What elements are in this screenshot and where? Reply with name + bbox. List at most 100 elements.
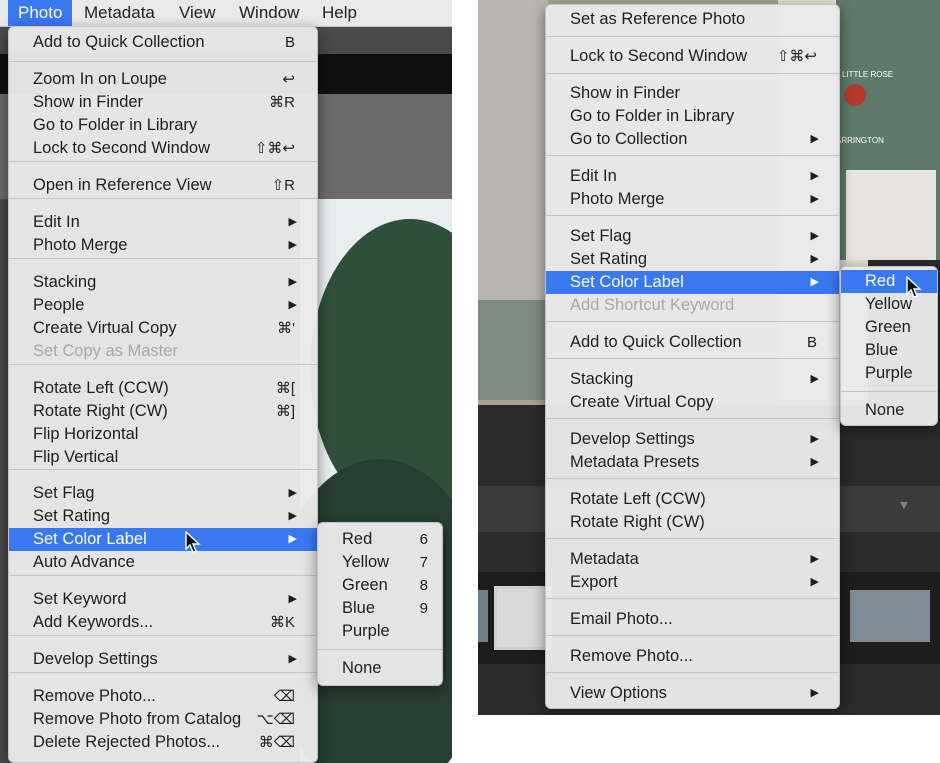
color-label-right-blue[interactable]: Blue — [841, 339, 937, 362]
menu-item-add-to-quick-collection[interactable]: Add to Quick Collection B — [9, 31, 317, 54]
menu-item-show-in-finder[interactable]: Show in Finder ⌘R — [9, 91, 317, 114]
menu-item-go-to-folder-in-library[interactable]: Go to Folder in Library — [9, 114, 317, 137]
menu-separator — [546, 321, 839, 322]
context-item-go-to-folder-in-library[interactable]: Go to Folder in Library — [546, 105, 839, 128]
context-item-edit-in[interactable]: Edit In ▶ — [546, 165, 839, 188]
menu-item-label: Set Rating — [33, 507, 111, 525]
context-item-label: Show in Finder — [570, 84, 681, 102]
color-label-purple[interactable]: Purple — [318, 620, 442, 643]
submenu-arrow-icon: ▶ — [810, 193, 819, 205]
context-item-set-color-label[interactable]: Set Color Label ▶ — [546, 271, 839, 294]
context-item-metadata-presets[interactable]: Metadata Presets ▶ — [546, 451, 839, 474]
menubar-metadata[interactable]: Metadata — [74, 0, 165, 26]
context-item-create-virtual-copy[interactable]: Create Virtual Copy — [546, 391, 839, 414]
context-item-metadata[interactable]: Metadata ▶ — [546, 548, 839, 571]
context-item-label: Create Virtual Copy — [570, 393, 714, 411]
menu-item-set-rating[interactable]: Set Rating ▶ — [9, 505, 317, 528]
context-item-set-rating[interactable]: Set Rating ▶ — [546, 248, 839, 271]
color-label-label: Green — [342, 576, 388, 594]
menu-item-set-keyword[interactable]: Set Keyword ▶ — [9, 588, 317, 611]
menu-item-set-color-label[interactable]: Set Color Label ▶ — [9, 528, 317, 551]
menu-item-open-in-reference-view[interactable]: Open in Reference View ⇧R — [9, 174, 317, 197]
context-item-show-in-finder[interactable]: Show in Finder — [546, 82, 839, 105]
context-item-lock-to-second-window[interactable]: Lock to Second Window ⇧⌘↩ — [546, 45, 839, 68]
dropdown-triangle-icon[interactable]: ▼ — [898, 498, 918, 518]
menu-item-label: Add Keywords... — [33, 613, 154, 631]
menu-item-people[interactable]: People ▶ — [9, 294, 317, 317]
menu-separator — [9, 672, 317, 673]
context-item-develop-settings[interactable]: Develop Settings ▶ — [546, 428, 839, 451]
menu-item-develop-settings[interactable]: Develop Settings ▶ — [9, 648, 317, 671]
context-item-email-photo[interactable]: Email Photo... — [546, 608, 839, 631]
menu-item-auto-advance[interactable]: Auto Advance — [9, 551, 317, 574]
film-thumb-1[interactable] — [478, 590, 488, 642]
context-item-label: Remove Photo... — [570, 647, 693, 665]
color-label-right-red[interactable]: Red — [841, 270, 937, 293]
color-label-right-yellow[interactable]: Yellow — [841, 293, 937, 316]
menubar-view[interactable]: View — [169, 0, 226, 26]
color-label-right-green[interactable]: Green — [841, 316, 937, 339]
menu-item-delete-rejected-photos[interactable]: Delete Rejected Photos... ⌘⌫ — [9, 731, 317, 754]
color-label-label: Red — [342, 530, 373, 548]
menu-item-flip-horizontal[interactable]: Flip Horizontal — [9, 423, 317, 446]
submenu-arrow-icon: ▶ — [288, 593, 297, 605]
color-label-none[interactable]: None — [318, 657, 442, 680]
context-item-photo-merge[interactable]: Photo Merge ▶ — [546, 188, 839, 211]
menu-item-add-keywords[interactable]: Add Keywords... ⌘K — [9, 611, 317, 634]
menu-separator — [546, 215, 839, 216]
color-label-blue[interactable]: Blue 9 — [318, 597, 442, 620]
submenu-arrow-icon: ▶ — [288, 299, 297, 311]
menu-separator — [9, 469, 317, 470]
menu-item-photo-merge[interactable]: Photo Merge ▶ — [9, 234, 317, 257]
menubar-photo[interactable]: Photo — [8, 0, 73, 26]
context-item-add-to-quick-collection[interactable]: Add to Quick Collection B — [546, 331, 839, 354]
menu-item-set-flag[interactable]: Set Flag ▶ — [9, 482, 317, 505]
menubar-help[interactable]: Help — [312, 0, 367, 26]
context-item-label: Lock to Second Window — [570, 47, 748, 65]
menu-item-rotate-right-cw[interactable]: Rotate Right (CW) ⌘] — [9, 400, 317, 423]
context-item-stacking[interactable]: Stacking ▶ — [546, 368, 839, 391]
context-item-remove-photo[interactable]: Remove Photo... — [546, 645, 839, 668]
mouse-cursor-icon-right — [906, 276, 922, 298]
submenu-arrow-icon: ▶ — [288, 216, 297, 228]
menu-item-lock-to-second-window[interactable]: Lock to Second Window ⇧⌘↩ — [9, 137, 317, 160]
menu-item-edit-in[interactable]: Edit In ▶ — [9, 211, 317, 234]
context-item-rotate-left-ccw[interactable]: Rotate Left (CCW) — [546, 488, 839, 511]
context-item-export[interactable]: Export ▶ — [546, 571, 839, 594]
menu-item-label: Set Keyword — [33, 590, 127, 608]
color-label-submenu-right: Red Yellow Green Blue Purple None — [840, 266, 938, 426]
menu-item-create-virtual-copy[interactable]: Create Virtual Copy ⌘' — [9, 317, 317, 340]
color-label-right-none[interactable]: None — [841, 399, 937, 422]
menu-item-label: Stacking — [33, 273, 97, 291]
menu-item-label: Set Color Label — [33, 530, 147, 548]
menu-item-stacking[interactable]: Stacking ▶ — [9, 271, 317, 294]
context-item-go-to-collection[interactable]: Go to Collection ▶ — [546, 128, 839, 151]
color-label-yellow[interactable]: Yellow 7 — [318, 551, 442, 574]
menu-item-label: Flip Horizontal — [33, 425, 139, 443]
menu-item-rotate-left-ccw[interactable]: Rotate Left (CCW) ⌘[ — [9, 377, 317, 400]
menu-item-flip-vertical[interactable]: Flip Vertical — [9, 446, 317, 469]
menu-item-remove-photo-from-catalog[interactable]: Remove Photo from Catalog ⌥⌫ — [9, 708, 317, 731]
context-item-rotate-right-cw[interactable]: Rotate Right (CW) — [546, 511, 839, 534]
context-item-view-options[interactable]: View Options ▶ — [546, 682, 839, 705]
context-item-set-as-reference-photo[interactable]: Set as Reference Photo — [546, 8, 839, 31]
context-item-add-shortcut-keyword: Add Shortcut Keyword — [546, 294, 839, 317]
film-thumb-3[interactable] — [850, 590, 930, 642]
menu-separator — [546, 672, 839, 673]
film-thumb-2[interactable] — [494, 586, 552, 650]
menu-separator — [546, 635, 839, 636]
context-item-set-flag[interactable]: Set Flag ▶ — [546, 225, 839, 248]
submenu-arrow-icon: ▶ — [810, 576, 819, 588]
color-label-right-purple[interactable]: Purple — [841, 362, 937, 385]
color-label-green[interactable]: Green 8 — [318, 574, 442, 597]
window-frame — [846, 170, 936, 260]
photo-preview-right-far: LITTLE ROSE ARRINGTON — [836, 0, 940, 260]
menu-item-label: Auto Advance — [33, 553, 135, 571]
menu-item-remove-photo[interactable]: Remove Photo... ⌫ — [9, 685, 317, 708]
menubar-window[interactable]: Window — [229, 0, 309, 26]
menu-separator — [546, 73, 839, 74]
shortcut-label: ↩ — [282, 71, 295, 88]
menu-item-zoom-in-on-loupe[interactable]: Zoom In on Loupe ↩ — [9, 68, 317, 91]
color-label-red[interactable]: Red 6 — [318, 528, 442, 551]
shortcut-label: B — [284, 34, 295, 51]
